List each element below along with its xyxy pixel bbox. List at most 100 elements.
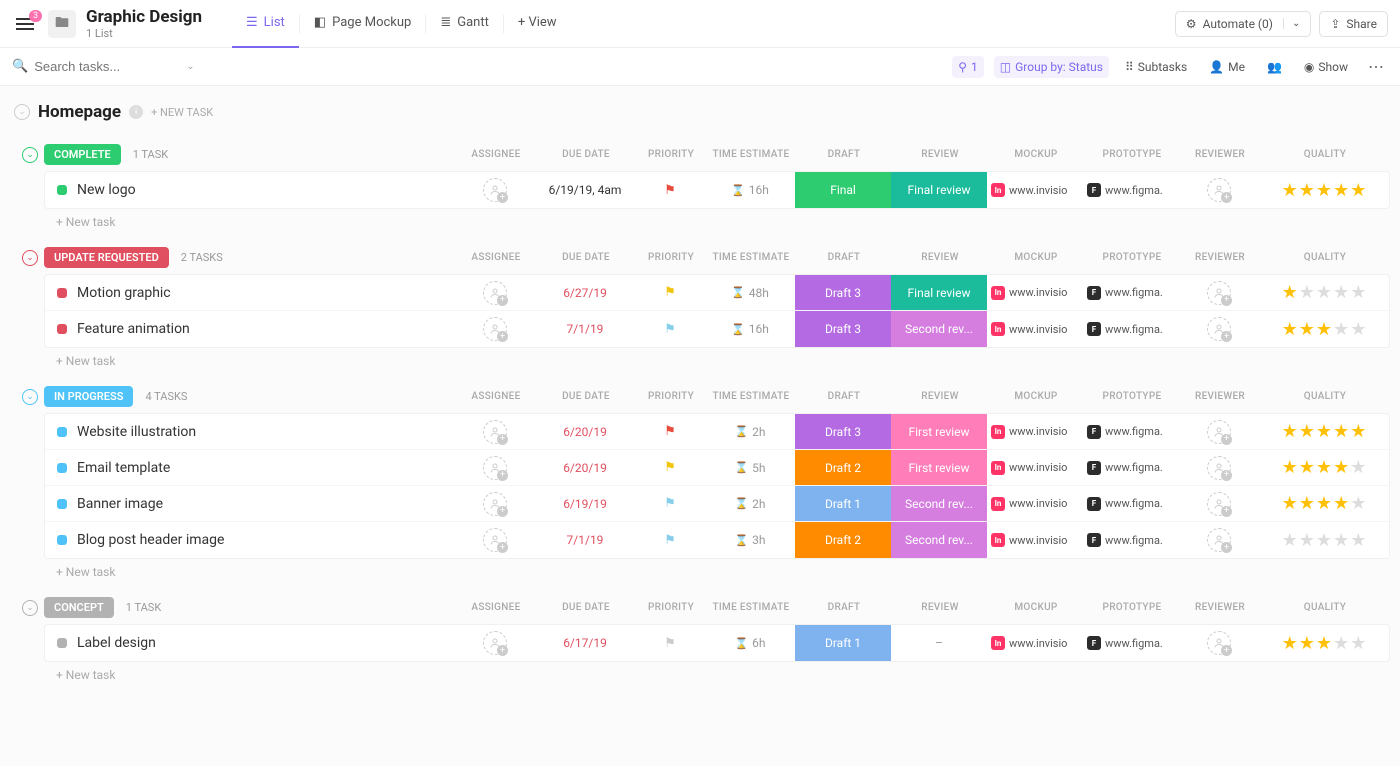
draft-tag[interactable]: Draft 3	[795, 414, 891, 449]
filter-count-chip[interactable]: ⚲ 1	[952, 56, 984, 78]
star-icon[interactable]: ★	[1282, 421, 1298, 442]
priority-flag-icon[interactable]: ⚑	[664, 424, 676, 439]
star-icon[interactable]: ★	[1350, 180, 1366, 201]
task-title[interactable]: Feature animation	[77, 321, 190, 337]
review-tag[interactable]: Second rev...	[891, 486, 987, 521]
mockup-link[interactable]: Inwww.invisio	[987, 286, 1083, 300]
due-date[interactable]: 6/20/19	[535, 461, 635, 475]
star-icon[interactable]: ★	[1333, 282, 1349, 303]
status-pill[interactable]: IN PROGRESS	[44, 386, 133, 407]
task-row[interactable]: Website illustration6/20/19⚑⌛2hDraft 3Fi…	[45, 414, 1389, 450]
search-dropdown[interactable]: ⌄	[186, 61, 194, 72]
star-icon[interactable]: ★	[1333, 457, 1349, 478]
task-title[interactable]: Blog post header image	[77, 532, 224, 548]
reviewer-placeholder[interactable]	[1207, 456, 1231, 480]
collapse-group-icon[interactable]: ⌄	[22, 600, 38, 616]
status-pill[interactable]: CONCEPT	[44, 597, 114, 618]
new-task-button[interactable]: + New task	[22, 662, 1390, 682]
me-chip[interactable]: 👤 Me	[1203, 56, 1251, 78]
star-icon[interactable]: ★	[1282, 530, 1298, 551]
due-date[interactable]: 6/27/19	[535, 286, 635, 300]
draft-tag[interactable]: Draft 3	[795, 275, 891, 310]
task-row[interactable]: Email template6/20/19⚑⌛5hDraft 2First re…	[45, 450, 1389, 486]
draft-tag[interactable]: Draft 1	[795, 625, 891, 661]
star-icon[interactable]: ★	[1350, 282, 1366, 303]
star-icon[interactable]: ★	[1333, 421, 1349, 442]
review-tag[interactable]: Final review	[891, 275, 987, 310]
new-task-header[interactable]: + NEW TASK	[151, 106, 213, 119]
priority-flag-icon[interactable]: ⚑	[664, 636, 676, 651]
star-icon[interactable]: ★	[1316, 282, 1332, 303]
assignee-placeholder[interactable]	[483, 420, 507, 444]
task-row[interactable]: Label design6/17/19⚑⌛6hDraft 1–Inwww.inv…	[45, 625, 1389, 661]
task-title[interactable]: Motion graphic	[77, 285, 171, 301]
review-tag[interactable]: Final review	[891, 172, 987, 208]
review-tag[interactable]: –	[891, 625, 987, 661]
collapse-group-icon[interactable]: ⌄	[22, 147, 38, 163]
mockup-link[interactable]: Inwww.invisio	[987, 497, 1083, 511]
status-pill[interactable]: UPDATE REQUESTED	[44, 247, 169, 268]
due-date[interactable]: 6/20/19	[535, 425, 635, 439]
star-icon[interactable]: ★	[1282, 319, 1298, 340]
star-icon[interactable]: ★	[1316, 530, 1332, 551]
automate-button[interactable]: ⚙ Automate (0) ⌄	[1175, 11, 1312, 37]
status-square[interactable]	[57, 185, 67, 195]
priority-flag-icon[interactable]: ⚑	[664, 460, 676, 475]
status-square[interactable]	[57, 535, 67, 545]
star-icon[interactable]: ★	[1316, 319, 1332, 340]
task-title[interactable]: Email template	[77, 460, 170, 476]
prototype-link[interactable]: Fwww.figma.	[1083, 461, 1179, 475]
assignee-placeholder[interactable]	[483, 528, 507, 552]
priority-flag-icon[interactable]: ⚑	[664, 183, 676, 198]
assignee-placeholder[interactable]	[483, 178, 507, 202]
due-date[interactable]: 6/19/19	[535, 497, 635, 511]
star-icon[interactable]: ★	[1316, 493, 1332, 514]
subtasks-chip[interactable]: ⠿ Subtasks	[1119, 56, 1193, 78]
review-tag[interactable]: Second rev...	[891, 522, 987, 558]
info-icon[interactable]: i	[129, 105, 143, 119]
reviewer-placeholder[interactable]	[1207, 492, 1231, 516]
priority-flag-icon[interactable]: ⚑	[664, 322, 676, 337]
status-square[interactable]	[57, 427, 67, 437]
mockup-link[interactable]: Inwww.invisio	[987, 183, 1083, 197]
assignee-placeholder[interactable]	[483, 456, 507, 480]
star-icon[interactable]: ★	[1350, 530, 1366, 551]
star-icon[interactable]: ★	[1333, 319, 1349, 340]
star-icon[interactable]: ★	[1299, 319, 1315, 340]
star-icon[interactable]: ★	[1350, 633, 1366, 654]
star-icon[interactable]: ★	[1316, 633, 1332, 654]
star-icon[interactable]: ★	[1316, 457, 1332, 478]
mockup-link[interactable]: Inwww.invisio	[987, 533, 1083, 547]
collapse-group-icon[interactable]: ⌄	[22, 250, 38, 266]
star-icon[interactable]: ★	[1350, 319, 1366, 340]
star-icon[interactable]: ★	[1333, 633, 1349, 654]
draft-tag[interactable]: Draft 1	[795, 486, 891, 521]
search-input[interactable]	[34, 59, 174, 74]
view-tab-list[interactable]: ☰List	[232, 0, 299, 48]
reviewer-placeholder[interactable]	[1207, 420, 1231, 444]
prototype-link[interactable]: Fwww.figma.	[1083, 286, 1179, 300]
mockup-link[interactable]: Inwww.invisio	[987, 322, 1083, 336]
reviewer-placeholder[interactable]	[1207, 281, 1231, 305]
time-estimate[interactable]: ⌛16h	[705, 322, 795, 336]
prototype-link[interactable]: Fwww.figma.	[1083, 183, 1179, 197]
task-title[interactable]: Label design	[77, 635, 156, 651]
due-date[interactable]: 7/1/19	[535, 533, 635, 547]
task-title[interactable]: Banner image	[77, 496, 163, 512]
star-icon[interactable]: ★	[1299, 493, 1315, 514]
assignees-chip[interactable]: 👥	[1261, 56, 1288, 78]
star-icon[interactable]: ★	[1282, 282, 1298, 303]
star-icon[interactable]: ★	[1350, 493, 1366, 514]
prototype-link[interactable]: Fwww.figma.	[1083, 636, 1179, 650]
star-icon[interactable]: ★	[1350, 457, 1366, 478]
review-tag[interactable]: Second rev...	[891, 311, 987, 347]
draft-tag[interactable]: Draft 3	[795, 311, 891, 347]
assignee-placeholder[interactable]	[483, 317, 507, 341]
task-row[interactable]: Feature animation7/1/19⚑⌛16hDraft 3Secon…	[45, 311, 1389, 347]
list-name[interactable]: Homepage	[38, 102, 121, 122]
assignee-placeholder[interactable]	[483, 631, 507, 655]
star-icon[interactable]: ★	[1333, 530, 1349, 551]
reviewer-placeholder[interactable]	[1207, 178, 1231, 202]
star-icon[interactable]: ★	[1282, 493, 1298, 514]
star-icon[interactable]: ★	[1299, 282, 1315, 303]
